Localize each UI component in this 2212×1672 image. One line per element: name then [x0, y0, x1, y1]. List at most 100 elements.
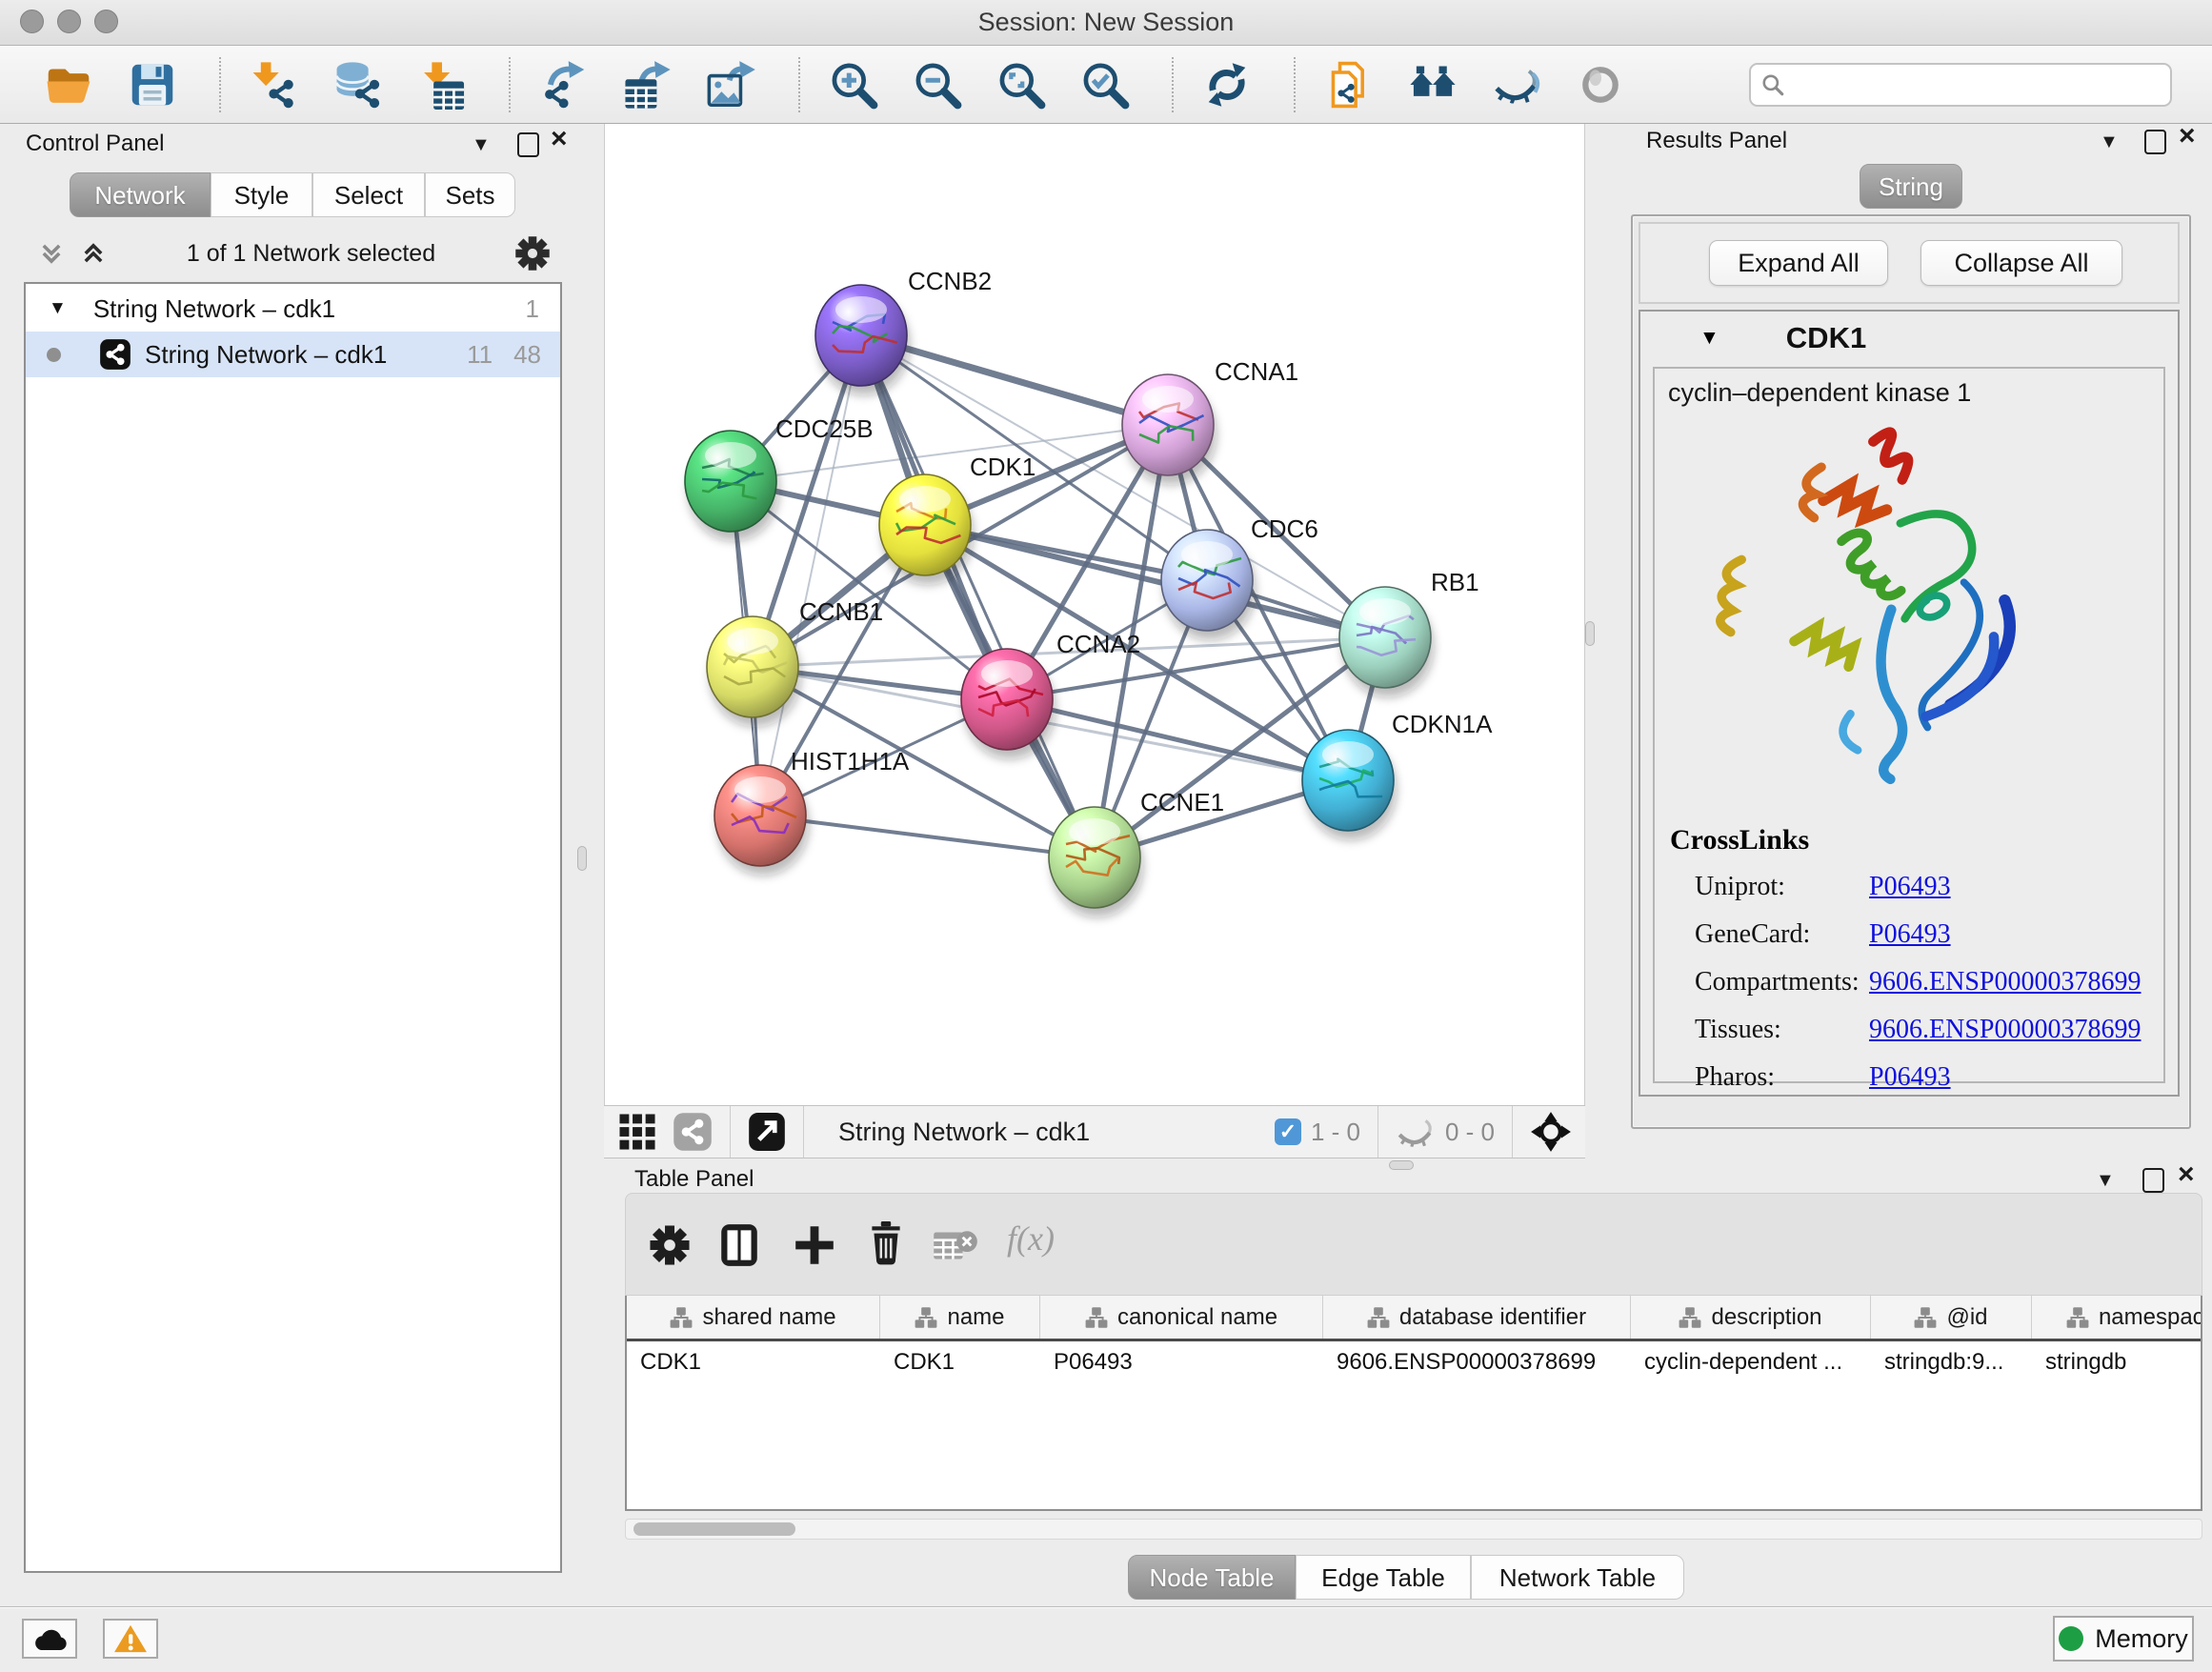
scrollbar-thumb[interactable] — [633, 1522, 795, 1536]
network-node-HIST1H1A[interactable] — [714, 765, 809, 876]
table-settings-icon[interactable] — [649, 1224, 691, 1266]
network-node-CCNA1[interactable] — [1122, 374, 1217, 485]
add-column-icon[interactable] — [794, 1224, 835, 1266]
left-splitter-handle[interactable] — [577, 846, 587, 871]
clone-network-icon[interactable] — [1322, 58, 1376, 111]
network-options-gear-icon[interactable] — [514, 235, 551, 272]
delete-table-icon[interactable] — [933, 1228, 978, 1263]
memory-button[interactable]: Memory — [2053, 1616, 2194, 1662]
column-header[interactable]: @id — [1871, 1296, 2032, 1339]
expand-all-icon[interactable] — [79, 239, 108, 268]
network-canvas-svg[interactable]: CCNB2CCNA1CDC25BCDK1CDC6RB1CCNB1CCNA2CDK… — [605, 124, 1584, 1105]
expand-collapse-bar: Expand All Collapse All — [1639, 222, 2180, 304]
network-row[interactable]: String Network – cdk1 11 48 — [26, 332, 560, 377]
crosslink-compartments-link[interactable]: 9606.ENSP00000378699 — [1869, 967, 2141, 997]
crosslink-uniprot-link[interactable]: P06493 — [1869, 872, 1951, 902]
zoom-out-icon[interactable] — [911, 58, 964, 111]
import-network-icon[interactable] — [248, 58, 301, 111]
column-header[interactable]: namespace — [2032, 1296, 2202, 1339]
birdseye-icon[interactable] — [1530, 1111, 1572, 1153]
network-node-CCNE1[interactable] — [1049, 807, 1143, 917]
save-session-icon[interactable] — [126, 58, 179, 111]
grid-view-icon[interactable] — [617, 1112, 657, 1152]
hidden-eye-icon[interactable] — [1396, 1117, 1436, 1147]
tab-sets[interactable]: Sets — [425, 172, 515, 217]
network-node-CCNA2[interactable] — [961, 649, 1056, 759]
table-header-row: shared name name canonical name database… — [627, 1296, 2201, 1341]
node-entry-header[interactable]: ▼ CDK1 — [1640, 312, 2178, 365]
export-table-icon[interactable] — [621, 58, 674, 111]
network-node-CCNB2[interactable] — [815, 285, 910, 395]
tab-select[interactable]: Select — [312, 172, 425, 217]
network-status-dot-icon — [47, 348, 61, 362]
network-node-CDC6[interactable] — [1161, 530, 1256, 640]
open-session-icon[interactable] — [42, 58, 95, 111]
import-database-icon[interactable] — [332, 58, 385, 111]
tab-style[interactable]: Style — [211, 172, 312, 217]
collection-expand-icon[interactable]: ▼ — [49, 298, 67, 319]
zoom-in-icon[interactable] — [827, 58, 880, 111]
crosslink-genecard-link[interactable]: P06493 — [1869, 919, 1951, 950]
collapse-all-button[interactable]: Collapse All — [1920, 240, 2122, 286]
network-node-CDKN1A[interactable] — [1302, 730, 1397, 840]
tab-network[interactable]: Network — [70, 172, 211, 217]
first-neighbors-icon[interactable] — [1406, 58, 1459, 111]
crosslink-pharos-link[interactable]: P06493 — [1869, 1062, 1951, 1093]
network-node-RB1[interactable] — [1339, 587, 1434, 697]
search-input[interactable] — [1785, 71, 2170, 99]
hidden-count: 0 - 0 — [1445, 1118, 1495, 1147]
show-all-icon[interactable] — [1574, 58, 1627, 111]
control-panel-menu-icon[interactable]: ▼ — [472, 134, 491, 156]
column-header[interactable]: description — [1631, 1296, 1871, 1339]
export-image-icon[interactable] — [705, 58, 758, 111]
tab-network-table[interactable]: Network Table — [1471, 1555, 1684, 1600]
column-header[interactable]: name — [880, 1296, 1040, 1339]
table-panel-menu-icon[interactable]: ▼ — [2096, 1170, 2115, 1192]
entry-collapse-icon[interactable]: ▼ — [1699, 327, 1719, 350]
open-in-new-icon[interactable] — [748, 1111, 786, 1153]
node-label-HIST1H1A: HIST1H1A — [791, 747, 910, 776]
column-header[interactable]: shared name — [627, 1296, 880, 1339]
results-panel-float-icon[interactable] — [2144, 130, 2166, 159]
refresh-icon[interactable] — [1200, 58, 1254, 111]
network-node-CDC25B[interactable] — [685, 431, 779, 541]
node-label-CCNB1: CCNB1 — [799, 597, 883, 626]
results-panel-menu-icon[interactable]: ▼ — [2100, 131, 2119, 153]
show-columns-icon[interactable] — [719, 1222, 759, 1268]
tab-string[interactable]: String — [1860, 164, 1962, 209]
right-splitter-handle[interactable] — [1585, 621, 1595, 646]
table-row[interactable]: CDK1 CDK1 P06493 9606.ENSP00000378699 cy… — [627, 1341, 2201, 1383]
selected-checkbox[interactable]: ✓ — [1275, 1118, 1301, 1145]
share-view-icon[interactable] — [673, 1112, 713, 1152]
column-header[interactable]: canonical name — [1040, 1296, 1323, 1339]
network-collection-row[interactable]: ▼ String Network – cdk1 1 — [26, 286, 560, 332]
crosslink-tissues-link[interactable]: 9606.ENSP00000378699 — [1869, 1015, 2141, 1045]
search-field[interactable] — [1749, 63, 2172, 107]
hide-selected-icon[interactable] — [1490, 58, 1543, 111]
warning-icon — [112, 1623, 149, 1654]
network-node-CDK1[interactable] — [879, 474, 974, 585]
control-panel-float-icon[interactable] — [517, 132, 539, 162]
expand-all-button[interactable]: Expand All — [1709, 240, 1888, 286]
table-panel-close-icon[interactable]: × — [2178, 1164, 2195, 1188]
toolbar-separator — [509, 57, 511, 112]
export-network-icon[interactable] — [537, 58, 591, 111]
function-builder-icon[interactable]: f(x) — [1007, 1219, 1055, 1259]
string-results-container: Expand All Collapse All ▼ CDK1 cyclin–de… — [1631, 214, 2191, 1129]
string-network-icon — [99, 338, 131, 371]
tab-edge-table[interactable]: Edge Table — [1296, 1555, 1471, 1600]
zoom-selected-icon[interactable] — [1078, 58, 1132, 111]
node-label-CCNE1: CCNE1 — [1140, 788, 1224, 816]
control-panel-close-icon[interactable]: × — [551, 129, 568, 152]
warning-button[interactable] — [103, 1619, 158, 1659]
import-table-icon[interactable] — [415, 58, 469, 111]
tab-node-table[interactable]: Node Table — [1128, 1555, 1296, 1600]
results-panel-close-icon[interactable]: × — [2179, 126, 2196, 150]
delete-column-icon[interactable] — [866, 1220, 906, 1266]
zoom-fit-icon[interactable] — [995, 58, 1048, 111]
table-horizontal-scrollbar[interactable] — [625, 1519, 2202, 1540]
collapse-all-icon[interactable] — [37, 239, 66, 268]
network-node-CCNB1[interactable] — [707, 616, 801, 727]
cloud-button[interactable] — [22, 1619, 77, 1659]
column-header[interactable]: database identifier — [1323, 1296, 1631, 1339]
